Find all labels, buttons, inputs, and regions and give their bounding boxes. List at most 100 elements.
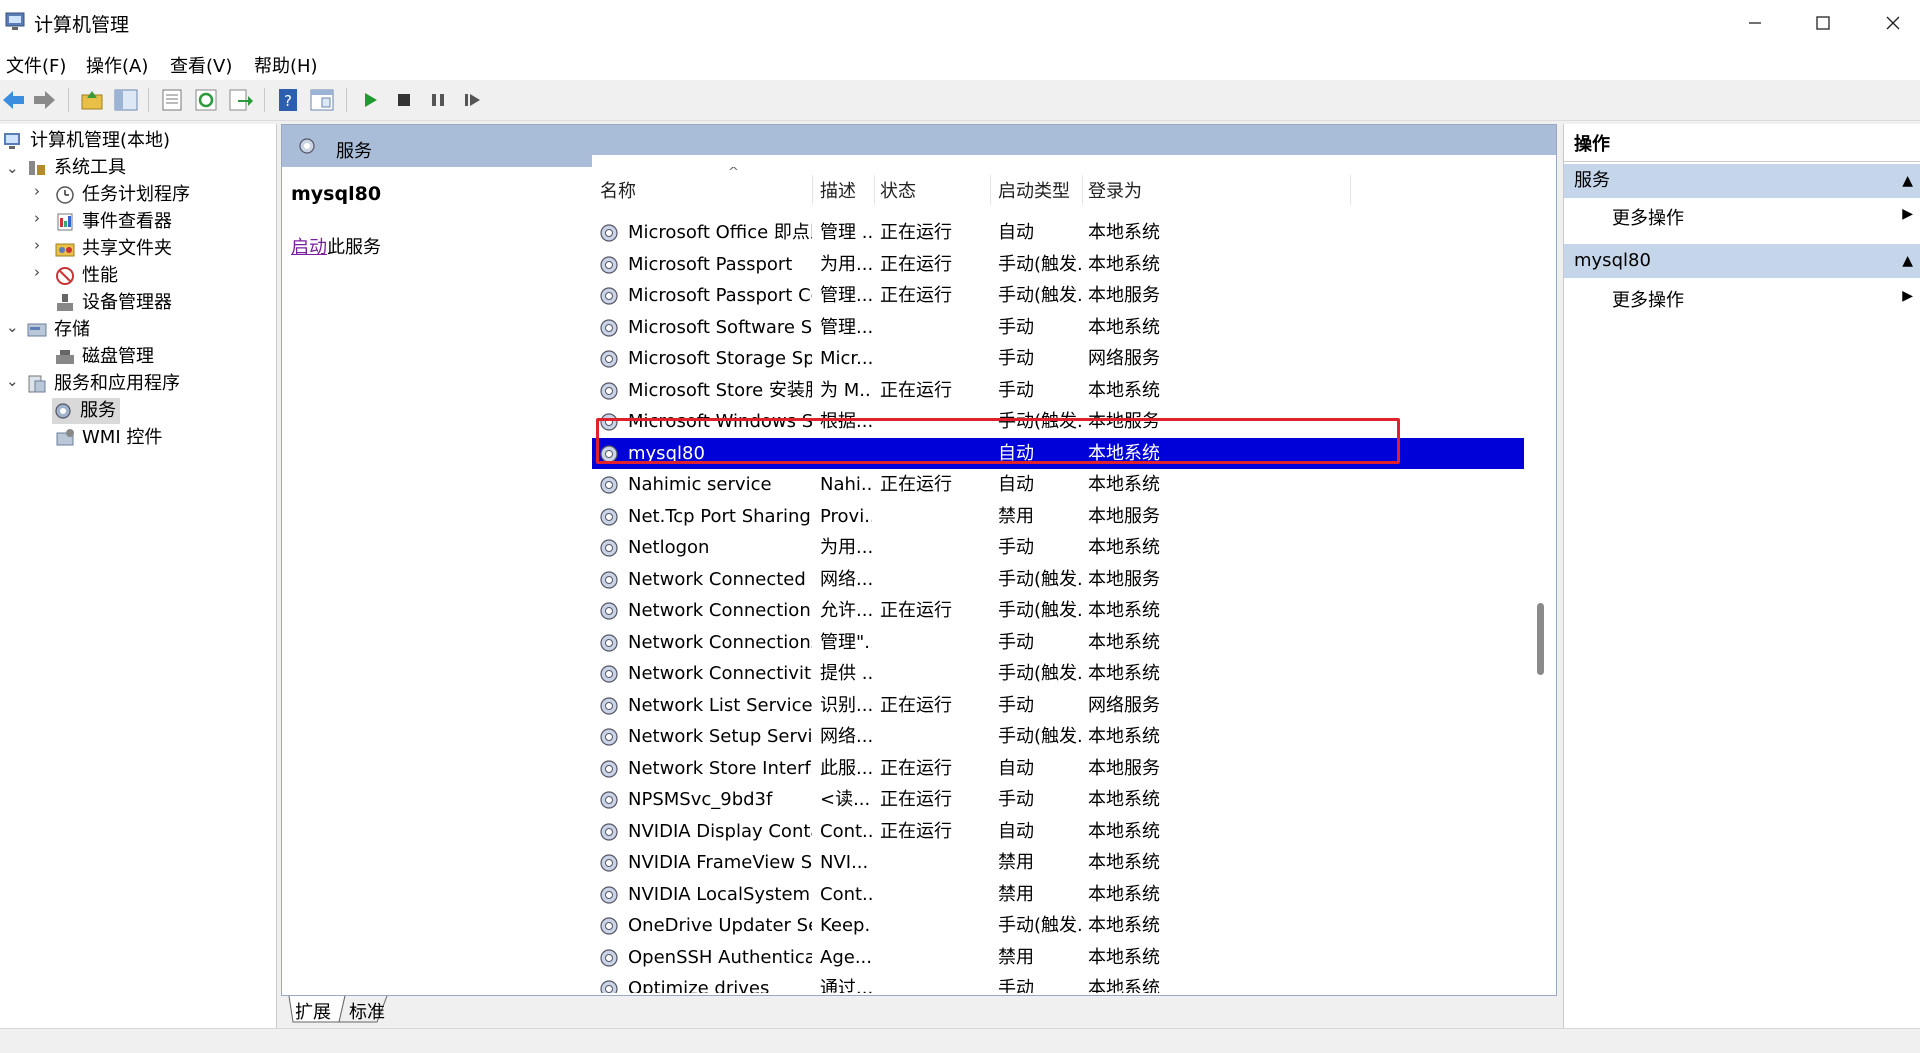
- column-header-status[interactable]: 状态: [880, 177, 916, 203]
- view-icon[interactable]: [308, 86, 336, 114]
- service-description: Keep...: [820, 915, 872, 936]
- service-logon-as: 本地系统: [1088, 978, 1160, 993]
- tree-item-event-viewer[interactable]: 事件查看器: [54, 209, 172, 235]
- refresh-icon[interactable]: [192, 86, 220, 114]
- up-folder-icon[interactable]: [78, 86, 106, 114]
- column-separator[interactable]: [990, 175, 991, 205]
- tree-item-wmi[interactable]: WMI 控件: [54, 425, 162, 451]
- service-logon-as: 本地系统: [1088, 915, 1160, 936]
- service-name: Network Connection Broker: [628, 600, 812, 621]
- tree-item-services[interactable]: 服务: [52, 398, 120, 424]
- service-startup-type: 手动: [998, 789, 1034, 810]
- service-row[interactable]: Network Connection Broker 允许... 正在运行 手动(触发.…: [592, 595, 1512, 627]
- service-row[interactable]: OneDrive Updater Service Keep... 手动(触发... 本…: [592, 910, 1512, 942]
- column-separator[interactable]: [1082, 175, 1083, 205]
- service-name: Microsoft Store 安装服务: [628, 379, 812, 401]
- actions-section-mysql80[interactable]: mysql80 ▲: [1564, 244, 1920, 278]
- service-row[interactable]: Network Store Interface Se... 此服... 正在运行 自动…: [592, 753, 1512, 785]
- actions-section-services[interactable]: 服务 ▲: [1564, 164, 1920, 198]
- service-row[interactable]: Optimize drives 通过... 手动 本地系统: [592, 973, 1512, 993]
- chevron-right-icon[interactable]: ›: [34, 236, 40, 254]
- service-row[interactable]: Netlogon 为用... 手动 本地系统: [592, 532, 1512, 564]
- shared-folder-icon: [55, 243, 75, 257]
- chevron-down-icon[interactable]: ⌄: [6, 372, 19, 390]
- service-row[interactable]: OpenSSH Authentication ... Age... 禁用 本地系统: [592, 942, 1512, 974]
- show-hide-tree-icon[interactable]: [112, 86, 140, 114]
- stop-service-icon[interactable]: [390, 86, 418, 114]
- tree-item-performance[interactable]: 性能: [54, 263, 118, 289]
- menu-action[interactable]: 操作(A): [86, 52, 148, 78]
- service-description: 允许...: [820, 600, 872, 621]
- service-logon-as: 本地系统: [1088, 789, 1160, 810]
- column-header-desc[interactable]: 描述: [820, 177, 856, 203]
- tree-item-label: 任务计划程序: [82, 184, 190, 205]
- service-logon-as: 本地服务: [1088, 757, 1160, 779]
- service-row[interactable]: Network Setup Service 网络... 手动(触发... 本地系统: [592, 721, 1512, 753]
- tree-item-services-apps[interactable]: 服务和应用程序: [26, 371, 180, 397]
- tree-item-system-tools[interactable]: 系统工具: [26, 155, 126, 181]
- actions-pane: 操作 服务 ▲ 更多操作 ▶ mysql80 ▲ 更多操作 ▶: [1563, 124, 1920, 1028]
- column-header-startup[interactable]: 启动类型: [998, 177, 1070, 203]
- help-icon[interactable]: ?: [274, 86, 302, 114]
- service-row[interactable]: Microsoft Passport 为用... 正在运行 手动(触发... 本地系统: [592, 249, 1512, 281]
- tab-standard[interactable]: 标准: [349, 998, 385, 1024]
- menu-view[interactable]: 查看(V): [170, 52, 232, 78]
- device-manager-icon: [57, 294, 73, 311]
- collapse-up-icon[interactable]: ▲: [1902, 244, 1913, 278]
- more-actions-mysql80[interactable]: 更多操作: [1612, 286, 1684, 312]
- tree-item-device-manager[interactable]: 设备管理器: [54, 290, 172, 316]
- service-row[interactable]: Microsoft Software Shado... 管理... 手动 本地系统: [592, 312, 1512, 344]
- column-separator[interactable]: [1350, 175, 1351, 205]
- service-row[interactable]: NVIDIA LocalSystem Conta... Cont... 禁用 本地系统: [592, 879, 1512, 911]
- more-actions-services[interactable]: 更多操作: [1612, 204, 1684, 230]
- properties-icon[interactable]: [158, 86, 186, 114]
- menu-file[interactable]: 文件(F): [6, 52, 66, 78]
- service-row[interactable]: Nahimic service Nahi... 正在运行 自动 本地系统: [592, 469, 1512, 501]
- service-row[interactable]: Network List Service 识别... 正在运行 手动 网络服务: [592, 690, 1512, 722]
- tree-item-storage[interactable]: 存储: [26, 317, 90, 343]
- service-row[interactable]: Net.Tcp Port Sharing Service Provi... 禁用 本地…: [592, 501, 1512, 533]
- service-row[interactable]: Network Connectivity Assis... 提供 ... 手动(触发…: [592, 658, 1512, 690]
- column-header-logon[interactable]: 登录为: [1088, 177, 1142, 203]
- service-gear-icon: [600, 350, 618, 368]
- service-row[interactable]: Microsoft Store 安装服务为 M... 正在运行 手动 本地系统: [592, 375, 1512, 407]
- tree-item-shared-folders[interactable]: 共享文件夹: [54, 236, 172, 262]
- service-description: 网络...: [820, 568, 872, 590]
- service-row[interactable]: NVIDIA FrameView SDK se... NVI... 禁用 本地系统: [592, 847, 1512, 879]
- tree-item-task-scheduler[interactable]: 任务计划程序: [54, 182, 190, 208]
- forward-icon[interactable]: [30, 86, 58, 114]
- tab-extended[interactable]: 扩展: [295, 998, 331, 1024]
- service-row[interactable]: Network Connections 管理"... 手动 本地系统: [592, 627, 1512, 659]
- tree-item-label: 设备管理器: [82, 292, 172, 313]
- resume-service-icon[interactable]: [458, 86, 486, 114]
- chevron-right-icon[interactable]: ›: [34, 209, 40, 227]
- chevron-right-icon[interactable]: ›: [34, 182, 40, 200]
- service-description: Cont...: [820, 883, 872, 905]
- service-name: Netlogon: [628, 537, 710, 558]
- tree-item-disk-management[interactable]: 磁盘管理: [54, 344, 154, 370]
- chevron-right-icon[interactable]: ›: [34, 263, 40, 281]
- back-icon[interactable]: [0, 86, 28, 114]
- scrollbar-thumb[interactable]: [1537, 603, 1544, 675]
- service-row[interactable]: NPSMSvc_9bd3f <读... 正在运行 手动 本地系统: [592, 784, 1512, 816]
- tree-item-computer-management[interactable]: 计算机管理(本地): [2, 128, 170, 154]
- export-icon[interactable]: [226, 86, 254, 114]
- start-service-icon[interactable]: [356, 86, 384, 114]
- column-separator[interactable]: [812, 175, 813, 205]
- service-row[interactable]: NVIDIA Display Container LS Cont... 正在运行 自动…: [592, 816, 1512, 848]
- pause-service-icon[interactable]: [424, 86, 452, 114]
- start-service-link[interactable]: 启动: [291, 237, 327, 258]
- maximize-button[interactable]: [1788, 0, 1858, 46]
- service-row[interactable]: Microsoft Office 即点即用... 管理 ... 正在运行 自动 本地系统: [592, 217, 1512, 249]
- collapse-up-icon[interactable]: ▲: [1902, 164, 1913, 198]
- service-row[interactable]: Network Connected Devic... 网络... 手动(触发... 本…: [592, 564, 1512, 596]
- menu-help[interactable]: 帮助(H): [254, 52, 318, 78]
- chevron-down-icon[interactable]: ⌄: [6, 159, 19, 177]
- chevron-down-icon[interactable]: ⌄: [6, 318, 19, 336]
- column-separator[interactable]: [874, 175, 875, 205]
- service-row[interactable]: Microsoft Storage Spaces S... Micr... 手动 网络…: [592, 343, 1512, 375]
- minimize-button[interactable]: [1720, 0, 1790, 46]
- close-button[interactable]: [1858, 0, 1920, 46]
- column-header-name[interactable]: 名称: [600, 177, 636, 203]
- service-row[interactable]: Microsoft Passport Container 管理... 正在运行 手动(…: [592, 280, 1512, 312]
